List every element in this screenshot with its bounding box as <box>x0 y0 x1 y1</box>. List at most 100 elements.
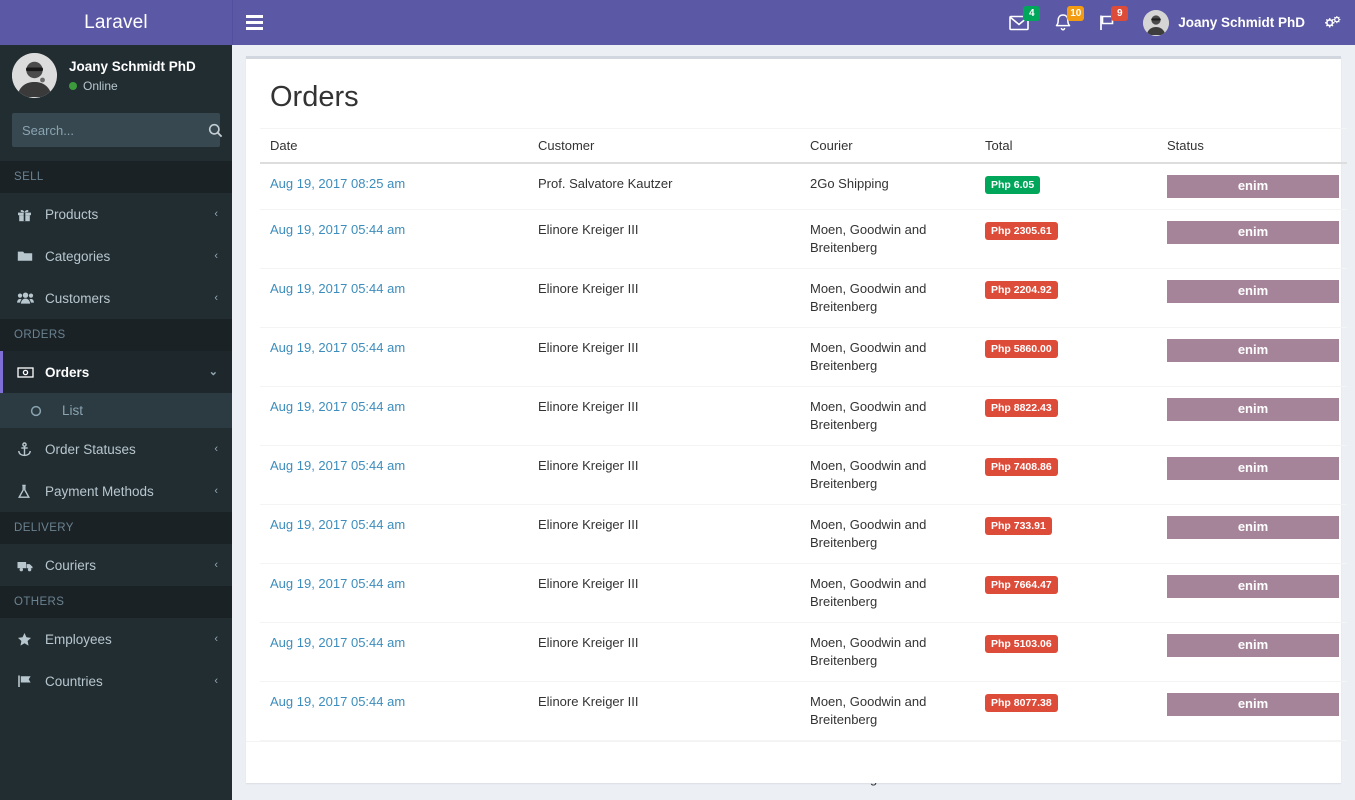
cell-courier: Moen, Goodwin and Breitenberg <box>800 445 975 505</box>
cell-customer: Elinore Kreiger III <box>528 622 800 682</box>
status-badge: enim <box>1167 221 1339 244</box>
order-date-link[interactable]: Aug 19, 2017 08:25 am <box>270 176 405 191</box>
column-header-status[interactable]: Status <box>1157 128 1347 164</box>
sidebar-item-order-statuses[interactable]: Order Statuses ‹ <box>0 428 232 470</box>
cell-customer: Elinore Kreiger III <box>528 563 800 623</box>
sidebar-item-label: Orders <box>45 364 90 380</box>
search-input[interactable] <box>12 122 208 138</box>
cell-date: Aug 19, 2017 05:44 am <box>260 327 528 387</box>
cell-customer: Elinore Kreiger III <box>528 681 800 741</box>
orders-table-head: Date Customer Courier Total Status <box>260 128 1347 164</box>
chevron-left-icon: ‹ <box>214 291 218 304</box>
cell-courier: Moen, Goodwin and Breitenberg <box>800 327 975 387</box>
sidebar-user-name: Joany Schmidt PhD <box>69 58 196 74</box>
cell-total: Php 2204.92 <box>975 268 1157 328</box>
order-date-link[interactable]: Aug 19, 2017 05:44 am <box>270 694 405 709</box>
sidebar-item-countries[interactable]: Countries ‹ <box>0 660 232 702</box>
main-navbar: 4 10 9 Joany Schmidt PhD <box>232 0 1355 45</box>
sidebar-item-products[interactable]: Products ‹ <box>0 193 232 235</box>
sidebar-item-payment-methods[interactable]: Payment Methods ‹ <box>0 470 232 512</box>
table-row: Aug 19, 2017 05:44 am Elinore Kreiger III… <box>260 209 1347 269</box>
column-header-date[interactable]: Date <box>260 128 528 164</box>
sidebar-item-couriers[interactable]: Couriers ‹ <box>0 544 232 586</box>
cell-courier: Moen, Goodwin and Breitenberg <box>800 209 975 269</box>
cell-total: Php 5103.06 <box>975 622 1157 682</box>
cell-total: Php 5860.00 <box>975 327 1157 387</box>
cell-date: Aug 19, 2017 05:44 am <box>260 504 528 564</box>
users-icon <box>17 291 39 305</box>
cell-total: Php 6.05 <box>975 162 1157 210</box>
tasks-menu[interactable]: 9 <box>1085 0 1129 45</box>
order-date-link[interactable]: Aug 19, 2017 05:44 am <box>270 517 405 532</box>
order-date-link[interactable]: Aug 19, 2017 05:44 am <box>270 458 405 473</box>
user-account-menu[interactable]: Joany Schmidt PhD <box>1129 0 1317 45</box>
table-row: Aug 19, 2017 05:44 am Elinore Kreiger III… <box>260 327 1347 387</box>
messages-badge: 4 <box>1023 6 1041 21</box>
chevron-left-icon: ‹ <box>214 484 218 497</box>
chevron-left-icon: ‹ <box>214 442 218 455</box>
navbar-right: 4 10 9 Joany Schmidt PhD <box>997 0 1355 45</box>
status-badge: enim <box>1167 280 1339 303</box>
sidebar-user-status: Online <box>69 79 196 93</box>
cogs-icon <box>1325 15 1341 27</box>
status-badge: enim <box>1167 575 1339 598</box>
cell-customer: Elinore Kreiger III <box>528 386 800 446</box>
sidebar-item-orders-list[interactable]: List <box>0 393 232 428</box>
sidebar-search[interactable] <box>12 113 223 147</box>
total-badge: Php 6.05 <box>985 176 1041 194</box>
status-badge: enim <box>1167 634 1339 657</box>
brand-logo[interactable]: Laravel <box>0 0 232 45</box>
control-sidebar-toggle[interactable] <box>1317 0 1347 45</box>
sidebar-item-employees[interactable]: Employees ‹ <box>0 618 232 660</box>
sidebar-item-label: Payment Methods <box>45 483 154 499</box>
status-badge: enim <box>1167 398 1339 421</box>
total-badge: Php 5103.06 <box>985 635 1058 653</box>
cell-date: Aug 19, 2017 05:44 am <box>260 268 528 328</box>
order-date-link[interactable]: Aug 19, 2017 05:44 am <box>270 340 405 355</box>
sidebar: Joany Schmidt PhD Online SELL <box>0 45 232 800</box>
column-header-customer[interactable]: Customer <box>528 128 800 164</box>
cell-status: enim <box>1157 162 1347 210</box>
avatar <box>12 52 57 98</box>
table-row: Aug 19, 2017 05:44 am Elinore Kreiger III… <box>260 681 1347 741</box>
content-wrapper: Orders Date Customer Courier Total Statu… <box>232 45 1355 800</box>
sidebar-item-categories[interactable]: Categories ‹ <box>0 235 232 277</box>
cell-status: enim <box>1157 327 1347 387</box>
cell-date: Aug 19, 2017 05:44 am <box>260 622 528 682</box>
order-date-link[interactable]: Aug 19, 2017 05:44 am <box>270 222 405 237</box>
table-row: Aug 19, 2017 05:44 am Elinore Kreiger III… <box>260 622 1347 682</box>
tasks-badge: 9 <box>1111 6 1129 21</box>
sidebar-menu: SELL Products ‹ Categories ‹ Customers ‹… <box>0 161 232 702</box>
sidebar-section-sell: SELL <box>0 161 232 193</box>
sidebar-user-status-label: Online <box>83 78 118 93</box>
table-row: Aug 19, 2017 05:44 am Elinore Kreiger III… <box>260 563 1347 623</box>
order-date-link[interactable]: Aug 19, 2017 05:44 am <box>270 399 405 414</box>
column-header-total[interactable]: Total <box>975 128 1157 164</box>
orders-card-body: Orders Date Customer Courier Total Statu… <box>246 59 1347 799</box>
search-icon <box>208 123 223 137</box>
sidebar-item-customers[interactable]: Customers ‹ <box>0 277 232 319</box>
column-header-courier[interactable]: Courier <box>800 128 975 164</box>
search-button[interactable] <box>208 113 223 147</box>
table-row: Aug 19, 2017 08:25 am Prof. Salvatore Kau… <box>260 162 1347 210</box>
cell-status: enim <box>1157 386 1347 446</box>
status-badge: enim <box>1167 175 1339 198</box>
order-date-link[interactable]: Aug 19, 2017 05:44 am <box>270 576 405 591</box>
cell-status: enim <box>1157 445 1347 505</box>
chevron-down-icon: ⌄ <box>208 365 218 378</box>
sidebar-item-orders[interactable]: Orders ⌄ <box>0 351 232 393</box>
order-date-link[interactable]: Aug 19, 2017 05:44 am <box>270 635 405 650</box>
circle-o-icon <box>30 405 50 417</box>
orders-table: Date Customer Courier Total Status Aug 1… <box>260 128 1347 799</box>
order-date-link[interactable]: Aug 19, 2017 05:44 am <box>270 281 405 296</box>
notifications-menu[interactable]: 10 <box>1041 0 1085 45</box>
messages-menu[interactable]: 4 <box>997 0 1041 45</box>
sidebar-toggle-icon[interactable] <box>233 0 275 45</box>
status-badge: enim <box>1167 457 1339 480</box>
table-row: Aug 19, 2017 05:44 am Elinore Kreiger III… <box>260 386 1347 446</box>
total-badge: Php 5860.00 <box>985 340 1058 358</box>
notifications-badge: 10 <box>1067 6 1085 21</box>
cell-status: enim <box>1157 563 1347 623</box>
cell-date: Aug 19, 2017 05:44 am <box>260 386 528 446</box>
cell-customer: Elinore Kreiger III <box>528 268 800 328</box>
